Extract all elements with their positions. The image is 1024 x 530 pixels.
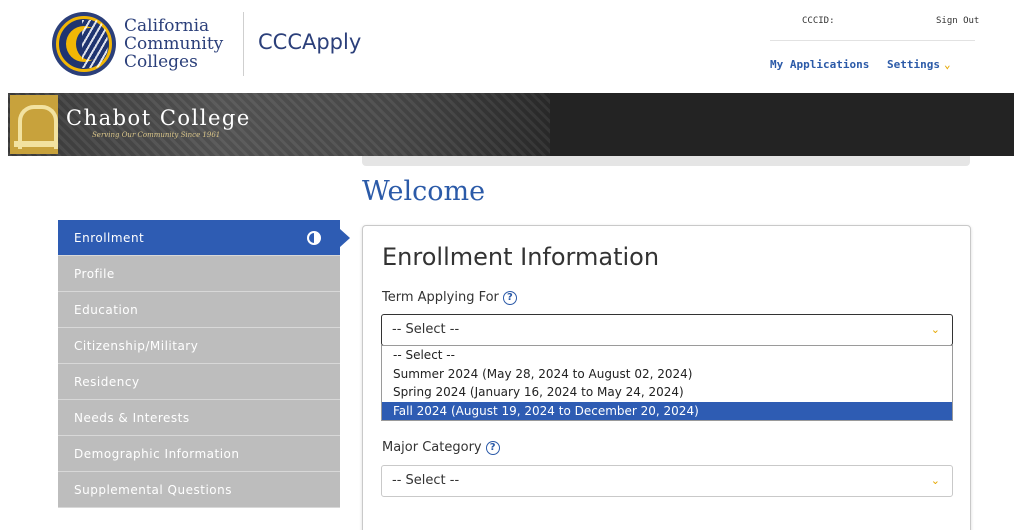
sidebar-item-label: Supplemental Questions bbox=[74, 483, 232, 497]
brand-name: California Community Colleges bbox=[124, 17, 223, 71]
term-option[interactable]: -- Select -- bbox=[382, 346, 952, 365]
sidebar-item-demographic-information[interactable]: Demographic Information bbox=[58, 436, 340, 472]
sidebar-item-enrollment[interactable]: Enrollment bbox=[58, 220, 350, 256]
sidebar-item-residency[interactable]: Residency bbox=[58, 364, 340, 400]
page-title: Welcome bbox=[362, 176, 486, 207]
brand-line-1: California bbox=[124, 16, 210, 36]
major-select[interactable]: -- Select -- ⌄ bbox=[381, 465, 953, 497]
sidebar-item-citizenship-military[interactable]: Citizenship/Military bbox=[58, 328, 340, 364]
active-pointer bbox=[340, 229, 350, 247]
college-banner: Chabot College Serving Our Community Sin… bbox=[8, 93, 1014, 156]
chevron-down-icon: ⌄ bbox=[943, 58, 951, 71]
college-tagline: Serving Our Community Since 1961 bbox=[92, 131, 221, 139]
brand-line-3: Colleges bbox=[124, 52, 198, 72]
term-option[interactable]: Summer 2024 (May 28, 2024 to August 02, … bbox=[382, 365, 952, 384]
sidebar-item-label: Demographic Information bbox=[74, 447, 240, 461]
term-select[interactable]: -- Select -- ⌄ bbox=[381, 314, 953, 346]
sidebar-item-label: Profile bbox=[74, 267, 115, 281]
college-name: Chabot College bbox=[66, 106, 251, 130]
sidebar-item-supplemental-questions[interactable]: Supplemental Questions bbox=[58, 472, 340, 508]
major-label-text: Major Category bbox=[382, 440, 482, 455]
term-option-highlighted[interactable]: Fall 2024 (August 19, 2024 to December 2… bbox=[382, 401, 952, 420]
term-dropdown-list: -- Select -- Summer 2024 (May 28, 2024 t… bbox=[381, 345, 953, 421]
ccc-logo[interactable]: California Community Colleges bbox=[52, 12, 223, 76]
chevron-down-icon: ⌄ bbox=[930, 323, 940, 336]
cccid-label: CCCID: bbox=[802, 16, 835, 26]
banner-shadow bbox=[362, 156, 970, 166]
sidebar-item-label: Residency bbox=[74, 375, 140, 389]
brand-line-2: Community bbox=[124, 34, 224, 54]
card-title: Enrollment Information bbox=[382, 243, 660, 271]
sidebar-item-needs-interests[interactable]: Needs & Interests bbox=[58, 400, 340, 436]
header-divider bbox=[243, 12, 244, 76]
sidebar-item-label: Needs & Interests bbox=[74, 411, 190, 425]
header-rule bbox=[770, 40, 975, 41]
chevron-down-icon: ⌄ bbox=[930, 474, 940, 487]
sidebar-item-education[interactable]: Education bbox=[58, 292, 340, 328]
term-selected-value: -- Select -- bbox=[392, 322, 460, 337]
half-circle-icon bbox=[307, 231, 321, 245]
question-circle-icon[interactable]: ? bbox=[502, 291, 517, 305]
chabot-emblem-icon bbox=[10, 95, 58, 154]
app-name: CCCApply bbox=[258, 30, 362, 54]
major-label: Major Category? bbox=[382, 440, 500, 455]
term-label-text: Term Applying For bbox=[382, 290, 499, 305]
major-selected-value: -- Select -- bbox=[392, 473, 460, 488]
sign-out-link[interactable]: Sign Out bbox=[936, 16, 979, 26]
sidebar-nav: Enrollment Profile Education Citizenship… bbox=[58, 220, 350, 508]
my-applications-link[interactable]: My Applications bbox=[770, 58, 869, 71]
settings-menu[interactable]: Settings ⌄ bbox=[887, 58, 951, 71]
settings-label: Settings bbox=[887, 58, 940, 71]
sidebar-item-label: Citizenship/Military bbox=[74, 339, 199, 353]
term-label: Term Applying For? bbox=[382, 290, 517, 305]
sidebar-item-label: Education bbox=[74, 303, 139, 317]
term-option[interactable]: Spring 2024 (January 16, 2024 to May 24,… bbox=[382, 383, 952, 402]
sidebar-item-label: Enrollment bbox=[74, 231, 145, 245]
ccc-seal-icon bbox=[52, 12, 116, 76]
sidebar-item-profile[interactable]: Profile bbox=[58, 256, 340, 292]
question-circle-icon[interactable]: ? bbox=[485, 441, 500, 455]
enrollment-card: Enrollment Information Term Applying For… bbox=[362, 225, 971, 530]
